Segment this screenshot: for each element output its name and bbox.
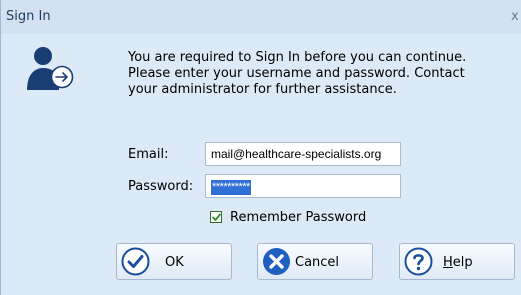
ok-label: OK — [165, 255, 184, 270]
x-circle-icon — [263, 248, 290, 275]
password-label: Password: — [128, 179, 194, 194]
ok-button[interactable]: OK — [116, 243, 232, 280]
help-label: Help — [443, 255, 473, 270]
help-label-rest: elp — [452, 255, 473, 270]
window-title: Sign In — [6, 9, 51, 24]
help-button[interactable]: Help — [399, 243, 515, 280]
email-label: Email: — [128, 147, 169, 162]
message-line-2: Please enter your username and password.… — [128, 66, 465, 81]
user-signin-icon — [27, 47, 74, 90]
password-field[interactable]: ********** — [205, 174, 401, 198]
checkmark-circle-icon — [121, 247, 150, 276]
instruction-message: You are required to Sign In before you c… — [128, 50, 513, 98]
help-mnemonic: H — [443, 255, 453, 270]
checkmark-icon — [212, 213, 221, 221]
sign-in-dialog: Sign In x You are required to Sign In be… — [0, 0, 521, 295]
question-circle-icon — [404, 247, 433, 276]
cancel-label: Cancel — [295, 255, 340, 270]
close-button[interactable]: x — [511, 9, 519, 24]
message-line-1: You are required to Sign In before you c… — [128, 50, 467, 65]
message-line-3: your administrator for further assistanc… — [128, 82, 397, 97]
remember-password-label[interactable]: Remember Password — [230, 210, 366, 225]
remember-password-checkbox[interactable] — [210, 211, 222, 223]
email-field[interactable]: mail@healthcare-specialists.org — [205, 142, 401, 166]
password-value-selected: ********** — [211, 180, 251, 195]
cancel-button[interactable]: Cancel — [257, 243, 373, 280]
title-bar[interactable]: Sign In x — [1, 0, 521, 34]
